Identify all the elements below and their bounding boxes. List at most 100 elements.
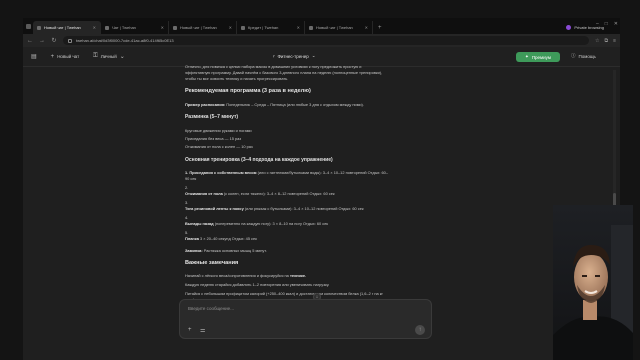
note-text: Начинай с лёгкого веса/сопротивления и ф… bbox=[185, 273, 289, 278]
chevron-down-icon: ⌄ bbox=[119, 54, 125, 60]
exercise-details: (с колен, если тяжело): 3–4 × 8–12 повто… bbox=[223, 191, 335, 196]
heading-warmup: Разминка (5–7 минут) bbox=[185, 114, 239, 120]
model-selector[interactable]: ᵞ Фитнес-тренер ⌄ bbox=[273, 53, 316, 59]
bookmark-icon[interactable]: ☆ bbox=[595, 38, 599, 44]
model-label: Фитнес-тренер bbox=[277, 53, 309, 59]
cooldown-text: Растяжка основных мышц 5 минут. bbox=[203, 248, 267, 253]
sidebar-toggle-button[interactable]: ▤ bbox=[31, 53, 37, 60]
exercise-details: (или с гантелями/бутылками воды): 3–4 × … bbox=[257, 170, 388, 175]
cooldown-line: Заминка: Растяжка основных мышц 5 минут. bbox=[185, 248, 267, 254]
close-tab-icon[interactable]: ✕ bbox=[161, 25, 164, 30]
help-label: Помощь bbox=[578, 53, 596, 59]
tab-label: Новый чат | Twehan bbox=[316, 25, 353, 30]
close-tab-icon[interactable]: ✕ bbox=[365, 25, 368, 30]
tab-label: Новый чат | Twehan bbox=[180, 25, 217, 30]
browser-toolbar: ← → ↻ twehan.ai/chat/0d3f0000-7cde-41ac-… bbox=[23, 34, 620, 47]
tab-favicon-icon bbox=[309, 25, 313, 30]
heading-program: Рекомендуемая программа (3 раза в неделю… bbox=[185, 88, 311, 94]
minimize-icon[interactable]: – bbox=[596, 21, 599, 27]
star-icon: ✦ bbox=[525, 54, 529, 59]
plus-icon: + bbox=[50, 53, 55, 60]
close-window-icon[interactable]: ✕ bbox=[614, 21, 618, 27]
cooldown-label: Заминка: bbox=[185, 248, 203, 253]
heading-notes: Важные замечания bbox=[185, 260, 239, 266]
tools-icon[interactable]: ⚌ bbox=[200, 327, 205, 334]
upgrade-button[interactable]: ✦ Премиум bbox=[516, 52, 560, 62]
tab-label: Чат | Twehan bbox=[112, 25, 136, 30]
sidebar-icon: ▤ bbox=[31, 54, 37, 60]
attach-icon[interactable]: + bbox=[188, 327, 192, 333]
exercise-details: (попеременно на каждую ногу): 3 × 8–10 н… bbox=[214, 221, 329, 226]
back-icon[interactable]: ← bbox=[27, 38, 33, 44]
url-text: twehan.ai/chat/0d3f0000-7cde-41ac-a8f0-4… bbox=[76, 38, 174, 43]
forward-icon[interactable]: → bbox=[39, 38, 45, 44]
arrow-up-icon: ↑ bbox=[418, 327, 422, 333]
tab-2[interactable]: Чат | Twehan ✕ bbox=[101, 21, 169, 34]
exercise-details: 3 × 20–40 секунд Отдых: 45 сек bbox=[200, 236, 257, 241]
new-chat-label: Новый чат bbox=[57, 54, 80, 59]
intro-line: чтобы ты мог освоить технику и начать пр… bbox=[185, 76, 289, 81]
private-browsing-icon bbox=[566, 25, 572, 30]
close-tab-icon[interactable]: ✕ bbox=[93, 25, 96, 30]
address-bar[interactable]: twehan.ai/chat/0d3f0000-7cde-41ac-a8f0-4… bbox=[63, 36, 590, 45]
window-menu-icon[interactable] bbox=[23, 18, 33, 34]
help-icon: ⓘ bbox=[571, 53, 576, 58]
exercise-number: 1. bbox=[185, 170, 189, 175]
schedule-line: Пример расписания: Понедельник – Среда –… bbox=[185, 102, 364, 108]
tab-3[interactable]: Новый чат | Twehan ✕ bbox=[169, 21, 237, 34]
chevron-down-icon: ⌄ bbox=[311, 53, 316, 58]
exercise-item: Выпады назад (попеременно на каждую ногу… bbox=[185, 221, 328, 227]
tab-5[interactable]: Новый чат | Twehan ✕ bbox=[305, 21, 373, 34]
note-item: Питайся с небольшим профицитом калорий (… bbox=[185, 291, 383, 296]
note-item: Каждую неделю старайся добавлять 1–2 пов… bbox=[185, 282, 330, 287]
message-input[interactable]: Введите сообщение... bbox=[188, 306, 234, 311]
send-button[interactable]: ↑ bbox=[415, 325, 425, 335]
tab-favicon-icon bbox=[241, 25, 245, 30]
tab-favicon-icon bbox=[173, 25, 177, 30]
context-selector[interactable]: ⚿ Личный ⌄ bbox=[93, 53, 125, 60]
context-label: Личный bbox=[100, 54, 117, 59]
tab-4[interactable]: Кредит | Twehan ✕ bbox=[237, 21, 305, 34]
reload-icon[interactable]: ↻ bbox=[51, 37, 57, 44]
schedule-label: Пример расписания: bbox=[185, 102, 226, 107]
upgrade-label: Премиум bbox=[531, 54, 551, 60]
exercise-item: Планка 3 × 20–40 секунд Отдых: 45 сек bbox=[185, 236, 257, 242]
toolbar-icons: ☆ ⧉ ≡ bbox=[595, 38, 616, 44]
menu-icon[interactable]: ≡ bbox=[613, 38, 616, 44]
new-chat-button[interactable]: + Новый чат bbox=[51, 54, 79, 60]
exercise-item: Отжимания от пола (с колен, если тяжело)… bbox=[185, 191, 335, 197]
help-button[interactable]: ⓘ Помощь bbox=[571, 53, 596, 59]
exercise-name: Тяга резиновой ленты к поясу bbox=[185, 206, 244, 211]
exercise-name: Отжимания от пола bbox=[185, 191, 223, 196]
note-item: Начинай с лёгкого веса/сопротивления и ф… bbox=[185, 273, 306, 279]
exercise-name: Планка bbox=[185, 236, 199, 241]
warmup-item: Отжимания от пола с колен — 10 раз bbox=[185, 144, 253, 149]
window-controls: – □ ✕ bbox=[596, 21, 618, 27]
warmup-item: Круговые движения руками и ногами bbox=[185, 128, 252, 133]
new-tab-button[interactable]: + bbox=[373, 21, 387, 34]
tab-label: Кредит | Twehan bbox=[248, 25, 279, 30]
warmup-item: Приседания без веса — 15 раз bbox=[185, 136, 242, 141]
tab-strip: Новый чат | Twehan ✕ Чат | Twehan ✕ Новы… bbox=[23, 18, 620, 34]
exercise-name: Выпады назад bbox=[185, 221, 214, 226]
close-tab-icon[interactable]: ✕ bbox=[229, 25, 232, 30]
screen: Новый чат | Twehan ✕ Чат | Twehan ✕ Новы… bbox=[0, 0, 640, 360]
tab-favicon-icon bbox=[105, 25, 109, 30]
note-emphasis: технике. bbox=[289, 273, 307, 278]
exercise-item: Тяга резиновой ленты к поясу (или рюкзак… bbox=[185, 206, 364, 212]
exercise-details-cont: 90 сек bbox=[185, 176, 197, 181]
message-composer[interactable]: Введите сообщение... + ⚌ ↑ bbox=[179, 299, 432, 339]
tab-label: Новый чат | Twehan bbox=[44, 25, 81, 30]
model-icon: ᵞ bbox=[273, 53, 275, 59]
close-tab-icon[interactable]: ✕ bbox=[297, 25, 300, 30]
tab-1[interactable]: Новый чат | Twehan ✕ bbox=[33, 21, 101, 34]
extensions-icon[interactable]: ⧉ bbox=[605, 38, 609, 44]
webcam-overlay bbox=[553, 205, 633, 360]
heading-main: Основная тренировка (3–4 подхода на кажд… bbox=[185, 157, 333, 163]
schedule-text: Понедельник – Среда – Пятница (или любые… bbox=[226, 102, 364, 107]
lock-icon: ⚿ bbox=[93, 53, 98, 59]
tab-favicon-icon bbox=[37, 25, 41, 30]
exercise-name: Приседания с собственным весом bbox=[189, 170, 257, 175]
lock-icon bbox=[68, 38, 72, 43]
maximize-icon[interactable]: □ bbox=[605, 21, 608, 27]
